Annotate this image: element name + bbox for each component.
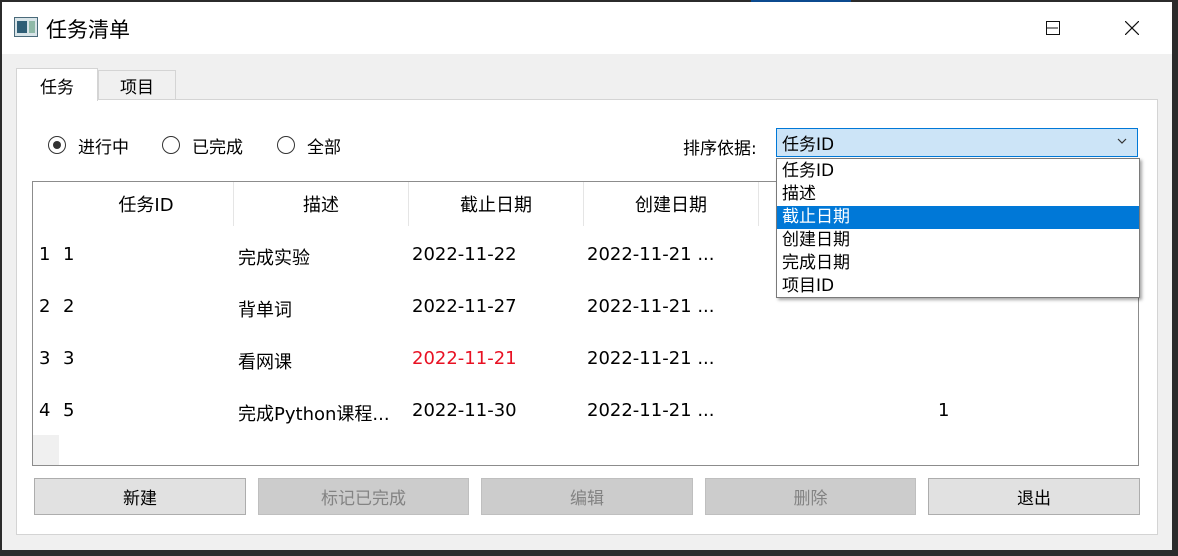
cell-description[interactable]: 完成实验 xyxy=(238,244,310,270)
row-number: 1 xyxy=(39,244,51,265)
filter-label: 全部 xyxy=(307,137,341,158)
close-icon xyxy=(1125,21,1139,35)
sort-option-created-date[interactable]: 创建日期 xyxy=(777,229,1139,252)
column-header-created-date[interactable]: 创建日期 xyxy=(584,182,759,226)
cell-task-id[interactable]: 3 xyxy=(63,348,74,369)
tab-projects[interactable]: 项目 xyxy=(98,70,176,100)
edit-button[interactable]: 编辑 xyxy=(481,478,693,515)
sort-option-description[interactable]: 描述 xyxy=(777,183,1139,206)
tab-tasks[interactable]: 任务 xyxy=(16,68,98,101)
filter-label: 已完成 xyxy=(192,137,243,158)
radio-checked-icon xyxy=(48,136,66,154)
sort-dropdown-list: 任务ID 描述 截止日期 创建日期 完成日期 项目ID xyxy=(776,158,1140,298)
close-button[interactable] xyxy=(1092,2,1172,54)
column-header-task-id[interactable]: 任务ID xyxy=(59,182,234,226)
row-number: 3 xyxy=(39,348,51,369)
column-header-due-date[interactable]: 截止日期 xyxy=(409,182,584,226)
maximize-icon xyxy=(1046,21,1060,35)
cell-task-id[interactable]: 1 xyxy=(63,244,74,265)
cell-due-date[interactable]: 2022-11-27 xyxy=(412,296,517,317)
cell-task-id[interactable]: 5 xyxy=(63,400,74,421)
app-icon xyxy=(14,17,38,37)
exit-button[interactable]: 退出 xyxy=(928,478,1140,515)
sort-selected-value: 任务ID xyxy=(782,135,835,155)
cell-due-date[interactable]: 2022-11-30 xyxy=(412,400,517,421)
row-number: 4 xyxy=(39,400,51,421)
mark-done-button[interactable]: 标记已完成 xyxy=(258,478,469,515)
sort-label: 排序依据: xyxy=(683,139,757,159)
table-corner xyxy=(33,182,59,226)
cell-project-id[interactable]: 1 xyxy=(938,400,949,421)
sort-option-task-id[interactable]: 任务ID xyxy=(777,160,1139,183)
cell-description[interactable]: 完成Python课程... xyxy=(238,400,390,426)
title-bar: 任务清单 xyxy=(2,2,1172,54)
cell-task-id[interactable]: 2 xyxy=(63,296,74,317)
sort-select[interactable]: 任务ID xyxy=(776,128,1138,157)
filter-in-progress[interactable]: 进行中 xyxy=(48,133,129,158)
cell-created-date[interactable]: 2022-11-21 ... xyxy=(587,400,715,421)
filter-label: 进行中 xyxy=(78,137,129,158)
window-title: 任务清单 xyxy=(46,18,130,42)
maximize-button-area[interactable] xyxy=(1013,2,1093,54)
radio-unchecked-icon xyxy=(162,136,180,154)
row-number: 2 xyxy=(39,296,51,317)
radio-unchecked-icon xyxy=(277,136,295,154)
cell-due-date[interactable]: 2022-11-22 xyxy=(412,244,517,265)
chevron-down-icon xyxy=(1117,138,1127,144)
filter-completed[interactable]: 已完成 xyxy=(162,133,243,158)
sort-option-project-id[interactable]: 项目ID xyxy=(777,275,1139,298)
new-button[interactable]: 新建 xyxy=(34,478,246,515)
cell-description[interactable]: 看网课 xyxy=(238,348,292,374)
sort-option-due-date[interactable]: 截止日期 xyxy=(777,206,1139,229)
sort-option-completed-date[interactable]: 完成日期 xyxy=(777,252,1139,275)
cell-due-date-overdue[interactable]: 2022-11-21 xyxy=(412,348,517,369)
cell-description[interactable]: 背单词 xyxy=(238,296,292,322)
cell-created-date[interactable]: 2022-11-21 ... xyxy=(587,296,715,317)
filter-all[interactable]: 全部 xyxy=(277,133,341,158)
column-header-description[interactable]: 描述 xyxy=(234,182,409,226)
cell-created-date[interactable]: 2022-11-21 ... xyxy=(587,244,715,265)
cell-created-date[interactable]: 2022-11-21 ... xyxy=(587,348,715,369)
delete-button[interactable]: 删除 xyxy=(705,478,916,515)
